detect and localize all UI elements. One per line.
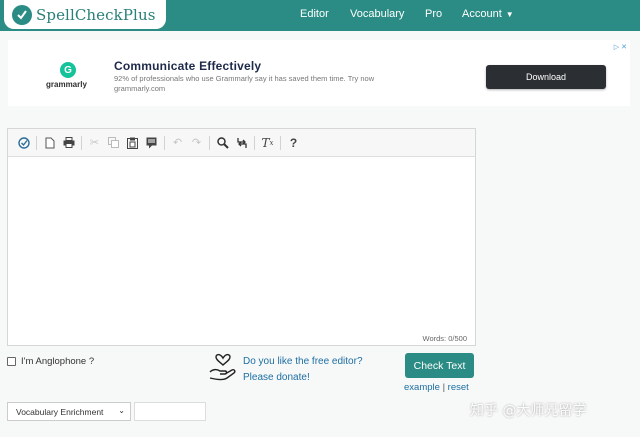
caret-down-icon: ▼ (505, 10, 514, 19)
paste-icon[interactable] (123, 133, 142, 152)
help-icon[interactable]: ? (284, 133, 303, 152)
vocabulary-input[interactable] (134, 402, 206, 421)
toolbar-divider (164, 135, 165, 150)
nav-account-label: Account (462, 8, 502, 20)
print-icon[interactable] (59, 133, 78, 152)
undo-icon[interactable]: ↶ (168, 133, 187, 152)
link-separator: | (442, 382, 446, 393)
grammarly-logo-icon: G (60, 62, 76, 78)
word-count: Words: 0/500 (422, 334, 467, 343)
anglophone-label[interactable]: I'm Anglophone ? (21, 356, 94, 367)
editor-text-area[interactable] (8, 157, 475, 333)
spellcheck-icon[interactable] (14, 133, 33, 152)
nav-account[interactable]: Account ▼ (462, 8, 514, 20)
ad-banner[interactable]: ▷ ✕ G grammarly Communicate Effectively … (8, 40, 630, 106)
find-icon[interactable] (213, 133, 232, 152)
logo-check-icon (12, 4, 32, 25)
chevron-down-icon: ⌄ (118, 406, 125, 415)
toolbar-divider (280, 135, 281, 150)
toolbar-divider (36, 135, 37, 150)
check-text-button[interactable]: Check Text (405, 353, 474, 378)
ad-download-button[interactable]: Download (486, 65, 606, 89)
vocabulary-select[interactable]: Vocabulary Enrichment ⌄ (7, 402, 131, 421)
example-reset-links: example | reset (404, 382, 469, 393)
toolbar-divider (81, 135, 82, 150)
site-logo[interactable]: SpellCheckPlus (4, 0, 166, 29)
donate-link[interactable]: Please donate! (243, 372, 310, 383)
reset-link[interactable]: reset (448, 382, 469, 393)
paste-text-icon[interactable] (142, 133, 161, 152)
redo-icon[interactable]: ↷ (187, 133, 206, 152)
nav-pro[interactable]: Pro (425, 8, 442, 20)
new-document-icon[interactable] (40, 133, 59, 152)
donate-prompt[interactable]: Do you like the free editor? (243, 356, 363, 367)
ad-title[interactable]: Communicate Effectively (114, 59, 261, 73)
donate-hand-heart-icon (209, 353, 236, 381)
copy-icon[interactable] (104, 133, 123, 152)
nav-editor[interactable]: Editor (300, 8, 329, 20)
watermark: 知乎 @大师兄留学 (470, 403, 587, 419)
editor-toolbar: ✂ ↶ ↷ Tx ? (8, 129, 475, 157)
ad-description: 92% of professionals who use Grammarly s… (114, 74, 375, 93)
cut-icon[interactable]: ✂ (85, 133, 104, 152)
adchoices-icon[interactable]: ▷ ✕ (614, 43, 627, 51)
top-navbar: SpellCheckPlus Editor Vocabulary Pro Acc… (0, 0, 640, 31)
toolbar-divider (209, 135, 210, 150)
nav-vocabulary[interactable]: Vocabulary (350, 8, 404, 20)
anglophone-checkbox[interactable] (7, 357, 16, 366)
logo-text: SpellCheckPlus (36, 5, 156, 24)
toolbar-divider (254, 135, 255, 150)
ad-brand: grammarly (46, 80, 87, 89)
vocabulary-select-value: Vocabulary Enrichment (16, 406, 104, 417)
replace-icon[interactable] (232, 133, 251, 152)
example-link[interactable]: example (404, 382, 440, 393)
remove-format-icon[interactable]: Tx (258, 133, 277, 152)
text-editor: ✂ ↶ ↷ Tx ? Words: 0/500 (7, 128, 476, 346)
